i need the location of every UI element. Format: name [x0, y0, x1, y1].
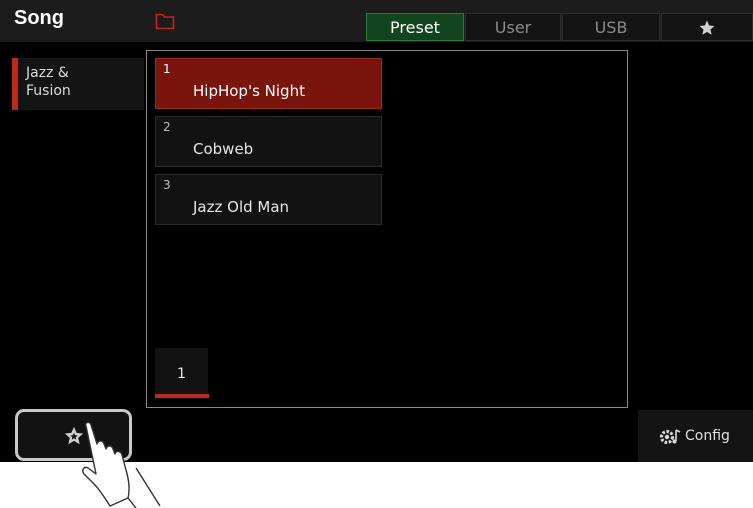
config-label: Config	[685, 428, 730, 444]
tab-favorites[interactable]	[661, 13, 753, 41]
tab-user[interactable]: User	[465, 13, 561, 41]
song-name: HipHop's Night	[193, 82, 305, 100]
header-bar: Song Preset User USB	[0, 0, 753, 42]
category-label: Jazz & Fusion	[26, 65, 71, 99]
gear-music-icon	[659, 429, 681, 445]
config-button[interactable]: Config	[638, 410, 753, 462]
song-number: 2	[163, 120, 171, 134]
page-active-indicator	[155, 394, 209, 398]
page-number: 1	[177, 366, 186, 382]
tab-preset[interactable]: Preset	[366, 13, 464, 41]
song-number: 3	[163, 178, 171, 192]
category-item-jazz-fusion[interactable]: Jazz & Fusion	[12, 58, 144, 110]
song-name: Cobweb	[193, 140, 254, 158]
song-name: Jazz Old Man	[193, 198, 290, 216]
page-button[interactable]: 1	[155, 348, 208, 399]
folder-icon[interactable]	[155, 12, 175, 30]
category-selected-indicator	[12, 58, 18, 110]
pointing-hand-icon	[82, 421, 161, 508]
tab-usb[interactable]: USB	[562, 13, 660, 41]
song-item[interactable]: 1 HipHop's Night	[155, 58, 382, 109]
page-title: Song	[14, 7, 64, 29]
song-number: 1	[163, 62, 171, 76]
screen: Song Preset User USB Jazz & Fusion 1 Hip…	[0, 0, 753, 462]
song-item[interactable]: 2 Cobweb	[155, 116, 382, 167]
song-item[interactable]: 3 Jazz Old Man	[155, 174, 382, 225]
star-icon	[699, 20, 715, 35]
